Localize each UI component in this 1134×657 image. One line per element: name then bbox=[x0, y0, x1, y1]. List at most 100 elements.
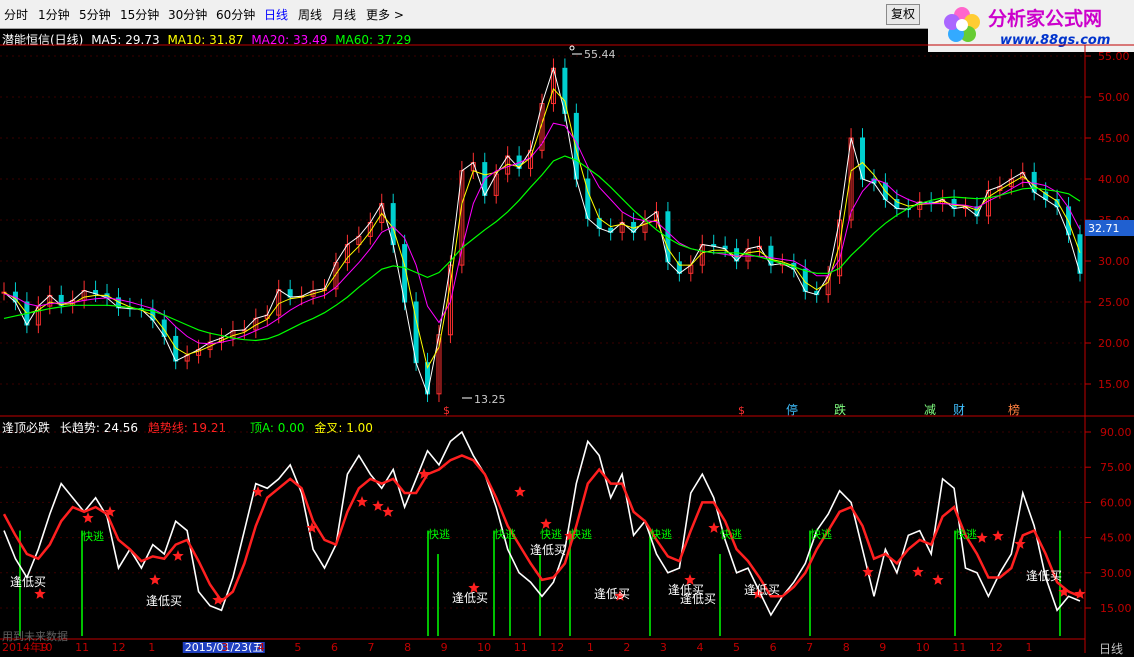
buy-star-icon bbox=[708, 522, 720, 533]
indicator-tick-label: 90.00 bbox=[1100, 426, 1132, 439]
event-marker-drop[interactable]: 跌 bbox=[834, 402, 846, 417]
future-data-note: 用到未来数据 bbox=[2, 630, 68, 643]
buy-star-icon bbox=[1014, 538, 1026, 549]
x-tick-label: 1 bbox=[148, 641, 155, 653]
buy-label: 逢低买 bbox=[10, 575, 46, 589]
price-tick-label: 30.00 bbox=[1098, 255, 1130, 268]
buy-star-icon bbox=[372, 500, 384, 511]
buy-label: 逢低买 bbox=[452, 591, 488, 605]
x-tick-label: 7 bbox=[806, 641, 813, 653]
x-tick-label: 5 bbox=[294, 641, 301, 653]
buy-star-icon bbox=[34, 588, 46, 599]
buy-star-icon bbox=[82, 512, 94, 523]
sell-label: 快逃 bbox=[494, 528, 516, 541]
x-tick-label: 10 bbox=[477, 641, 491, 653]
event-marker-finance[interactable]: 财 bbox=[953, 403, 965, 417]
chart-area[interactable]: 55.0050.0045.0040.0035.0030.0025.0020.00… bbox=[0, 28, 1134, 653]
sell-label: 快逃 bbox=[720, 528, 742, 541]
x-tick-label: 1 bbox=[1025, 641, 1032, 653]
price-tick-label: 50.00 bbox=[1098, 91, 1130, 104]
x-tick-label: 7 bbox=[368, 641, 375, 653]
buy-label: 逢低买 bbox=[146, 594, 182, 608]
tab-60min[interactable]: 60分钟 bbox=[216, 6, 255, 23]
indicator-tick-label: 45.00 bbox=[1100, 532, 1132, 545]
buy-star-icon bbox=[172, 550, 184, 561]
x-tick-label: 3 bbox=[660, 641, 667, 653]
price-tick-label: 20.00 bbox=[1098, 337, 1130, 350]
x-tick-label: 11 bbox=[75, 641, 89, 653]
x-tick-label: 10 bbox=[916, 641, 930, 653]
period-indicator: 日线 bbox=[1099, 642, 1124, 656]
price-tick-label: 25.00 bbox=[1098, 296, 1130, 309]
sell-label: 快逃 bbox=[540, 528, 562, 541]
x-tick-label: 9 bbox=[441, 641, 448, 653]
buy-star-icon bbox=[992, 530, 1004, 541]
x-tick-label: 11 bbox=[514, 641, 528, 653]
price-tick-label: 40.00 bbox=[1098, 173, 1130, 186]
tab-1min[interactable]: 1分钟 bbox=[38, 6, 70, 23]
sell-label: 快逃 bbox=[82, 530, 104, 543]
price-tick-label: 45.00 bbox=[1098, 132, 1130, 145]
buy-label: 逢低买 bbox=[530, 543, 566, 557]
buy-label: 逢低买 bbox=[1026, 569, 1062, 583]
x-tick-label: 2 bbox=[623, 641, 630, 653]
x-tick-label: 4 bbox=[258, 641, 265, 653]
restore-rights-button[interactable]: 复权 bbox=[886, 4, 921, 25]
buy-label: 逢低买 bbox=[680, 592, 716, 606]
buy-star-icon bbox=[382, 506, 394, 517]
tab-daily[interactable]: 日线 bbox=[264, 6, 288, 23]
price-tick-label: 55.00 bbox=[1098, 50, 1130, 63]
buy-star-icon bbox=[976, 532, 988, 543]
event-marker-halt[interactable]: 停 bbox=[786, 402, 798, 417]
ma-line-ma60 bbox=[3, 155, 1081, 342]
tab-weekly[interactable]: 周线 bbox=[298, 6, 322, 23]
x-tick-label: 12 bbox=[112, 641, 126, 653]
event-marker-1[interactable]: $ bbox=[443, 404, 450, 417]
x-tick-label: 1 bbox=[587, 641, 594, 653]
low-price-label: 13.25 bbox=[474, 393, 506, 406]
x-tick-label: 8 bbox=[843, 641, 850, 653]
sell-label: 快逃 bbox=[810, 528, 832, 541]
x-tick-label: 3 bbox=[221, 641, 228, 653]
sell-label: 快逃 bbox=[955, 528, 977, 541]
buy-label: 逢低买 bbox=[594, 587, 630, 601]
sell-label: 快逃 bbox=[428, 528, 450, 541]
buy-star-icon bbox=[932, 574, 944, 585]
event-marker-reduce[interactable]: 减 bbox=[924, 403, 936, 417]
buy-star-icon bbox=[212, 594, 224, 605]
tab-monthly[interactable]: 月线 bbox=[332, 6, 356, 23]
x-tick-label: 9 bbox=[879, 641, 886, 653]
buy-star-icon bbox=[912, 566, 924, 577]
indicator-tick-label: 15.00 bbox=[1100, 602, 1132, 615]
tab-30min[interactable]: 30分钟 bbox=[168, 6, 207, 23]
buy-star-icon bbox=[1074, 588, 1086, 599]
sell-label: 快逃 bbox=[650, 528, 672, 541]
x-tick-label: 11 bbox=[952, 641, 966, 653]
high-price-label: 55.44 bbox=[584, 48, 616, 61]
tab-15min[interactable]: 15分钟 bbox=[120, 6, 159, 23]
buy-star-icon bbox=[356, 496, 368, 507]
buy-star-icon bbox=[149, 574, 161, 585]
indicator-tick-label: 75.00 bbox=[1100, 461, 1132, 474]
event-marker-list[interactable]: 榜 bbox=[1008, 402, 1020, 417]
indicator-tick-label: 60.00 bbox=[1100, 496, 1132, 509]
logo-title: 分析家公式网 bbox=[988, 7, 1102, 30]
tab-5min[interactable]: 5分钟 bbox=[79, 6, 111, 23]
x-tick-label: 5 bbox=[733, 641, 740, 653]
current-price-text: 32.71 bbox=[1088, 222, 1120, 235]
event-marker-2[interactable]: $ bbox=[738, 404, 745, 417]
tab-intraday[interactable]: 分时 bbox=[4, 6, 28, 23]
price-tick-label: 15.00 bbox=[1098, 378, 1130, 391]
buy-label: 逢低买 bbox=[744, 583, 780, 597]
x-tick-label: 8 bbox=[404, 641, 411, 653]
x-tick-label: 12 bbox=[550, 641, 564, 653]
x-tick-label: 4 bbox=[696, 641, 703, 653]
sell-label: 快逃 bbox=[570, 528, 592, 541]
tab-more[interactable]: 更多 > bbox=[366, 6, 404, 23]
buy-star-icon bbox=[514, 486, 526, 497]
x-tick-label: 6 bbox=[770, 641, 777, 653]
x-tick-label: 6 bbox=[331, 641, 338, 653]
x-tick-label: 12 bbox=[989, 641, 1003, 653]
buy-star-icon bbox=[862, 566, 874, 577]
indicator-tick-label: 30.00 bbox=[1100, 567, 1132, 580]
